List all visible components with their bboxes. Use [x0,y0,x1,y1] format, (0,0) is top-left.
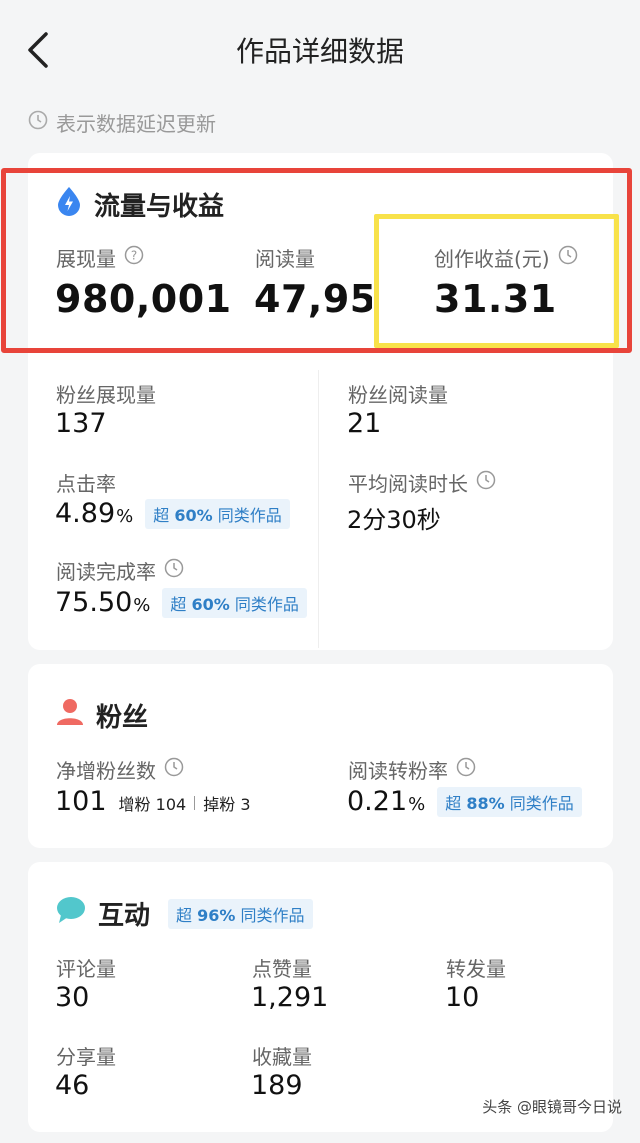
conv-rank-badge: 超 88% 同类作品 [437,786,582,817]
fan-reads-value: 21 [347,408,382,439]
fans-gain: 增粉 104 [118,795,187,814]
fan-reads-label: 粉丝阅读量 [348,383,448,407]
net-fans-row: 101 增粉 104 掉粉 3 [55,786,251,817]
fans-section-title: 粉丝 [56,697,148,734]
net-fans-value: 101 [55,786,107,817]
likes-label: 点赞量 [252,957,312,981]
reposts-label: 转发量 [446,957,506,981]
ctr-rank-badge: 超 60% 同类作品 [145,498,290,529]
completion-row: 75.50% 超 60% 同类作品 [55,587,307,618]
top-bar: 作品详细数据 [0,0,640,100]
interaction-rank-badge: 超 96% 同类作品 [168,898,313,929]
reposts-value: 10 [445,982,480,1013]
read-to-fan-label: 阅读转粉率 [348,755,476,784]
delay-notice-text: 表示数据延迟更新 [56,112,216,136]
ctr-value: 4.89% [55,498,134,529]
delay-notice: 表示数据延迟更新 [28,108,216,137]
net-fans-label: 净增粉丝数 [56,755,184,784]
clock-icon [164,757,184,782]
chat-bubble-icon [56,896,86,931]
comments-value: 30 [55,982,90,1013]
page-title: 作品详细数据 [235,35,404,68]
completion-value: 75.50% [55,587,151,618]
clock-icon [164,558,184,583]
yellow-highlight-box [374,214,619,348]
gain-loss-divider [194,796,196,810]
fan-impressions-label: 粉丝展现量 [56,383,156,407]
person-icon [56,698,84,733]
ctr-label: 点击率 [56,472,116,496]
clock-icon [476,470,496,495]
source-watermark: 头条 @眼镜哥今日说 [482,1098,622,1116]
completion-label: 阅读完成率 [56,556,184,585]
comments-label: 评论量 [56,957,116,981]
fans-loss: 掉粉 3 [203,795,251,814]
shares-label: 分享量 [56,1045,116,1069]
ctr-row: 4.89% 超 60% 同类作品 [55,498,290,529]
clock-icon [456,757,476,782]
clock-icon [28,110,48,135]
column-divider [318,370,319,648]
shares-value: 46 [55,1070,90,1101]
interaction-section-title: 互动 超 96% 同类作品 [56,895,313,932]
avg-read-time-label: 平均阅读时长 [348,468,496,497]
read-to-fan-value: 0.21% [347,786,426,817]
read-to-fan-row: 0.21% 超 88% 同类作品 [347,786,582,817]
avg-read-time-value: 2分30秒 [347,506,441,534]
favorites-value: 189 [251,1070,303,1101]
likes-value: 1,291 [251,982,329,1013]
fan-impressions-value: 137 [55,408,107,439]
favorites-label: 收藏量 [252,1045,312,1069]
completion-rank-badge: 超 60% 同类作品 [162,587,307,618]
